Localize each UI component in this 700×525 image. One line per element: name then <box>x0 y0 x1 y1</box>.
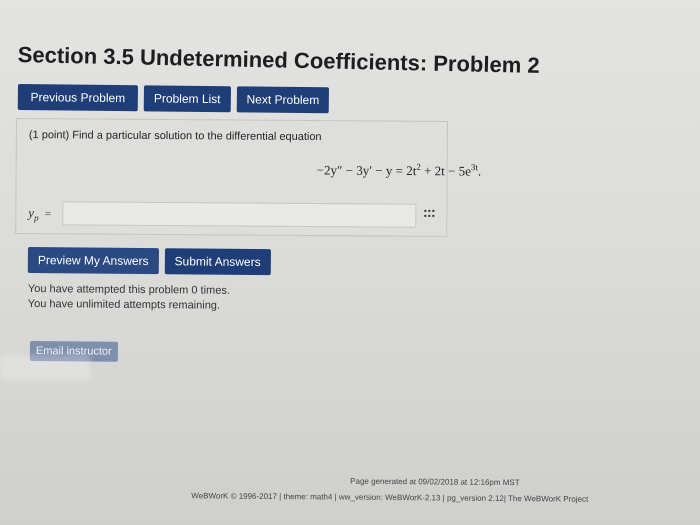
preview-answers-button[interactable]: Preview My Answers <box>27 247 159 275</box>
attempts-remaining-text: You have unlimited attempts remaining. <box>27 297 221 312</box>
answer-label-subscript: p <box>34 212 39 223</box>
problem-navigation: Previous Problem Problem List Next Probl… <box>17 84 330 114</box>
equals-icon: = <box>44 208 52 221</box>
page-title: Section 3.5 Undetermined Coefficients: P… <box>17 42 540 78</box>
screen-glare <box>0 355 90 380</box>
attempts-count-text: You have attempted this problem 0 times. <box>27 282 230 297</box>
answer-input[interactable] <box>62 201 417 228</box>
next-problem-button[interactable]: Next Problem <box>236 86 330 114</box>
equation-end: . <box>477 163 482 179</box>
page: Section 3.5 Undetermined Coefficients: P… <box>0 0 700 525</box>
attempts-info: You have attempted this problem 0 times.… <box>28 282 230 314</box>
problem-list-button[interactable]: Problem List <box>143 85 231 113</box>
problem-statement: (1 point) Find a particular solution to … <box>28 129 322 144</box>
equation-middle: + 2t − 5e <box>420 163 471 179</box>
answer-actions: Preview My Answers Submit Answers <box>27 247 271 276</box>
credits-text: WeBWorK © 1996-2017 | theme: math4 | ww_… <box>191 491 589 504</box>
differential-equation: −2y″ − 3y′ − y = 2t2 + 2t − 5e3t. <box>317 161 482 179</box>
equation-editor-icon[interactable] <box>424 209 435 218</box>
answer-label: yp = <box>28 205 51 223</box>
problem-box: (1 point) Find a particular solution to … <box>15 118 481 238</box>
equation-lhs: −2y″ − 3y′ − y = 2t <box>316 162 417 179</box>
footer: Page generated at 09/02/2018 at 12:16pm … <box>160 472 620 508</box>
previous-problem-button[interactable]: Previous Problem <box>17 84 138 112</box>
submit-answers-button[interactable]: Submit Answers <box>164 248 271 276</box>
